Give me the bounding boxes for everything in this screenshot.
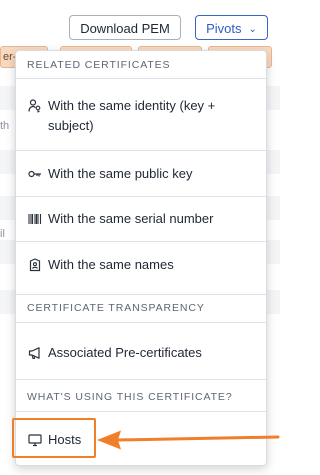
- menu-item-label: With the same serial number: [48, 211, 214, 226]
- pivots-label: Pivots: [206, 21, 242, 36]
- menu-item-label: Associated Pre-certificates: [48, 345, 202, 360]
- menu-item-same-names[interactable]: With the same names: [16, 255, 266, 275]
- divider: [16, 150, 266, 151]
- person-key-icon: [28, 99, 41, 113]
- section-heading-transparency: CERTIFICATE TRANSPARENCY: [27, 302, 205, 314]
- divider: [16, 322, 266, 323]
- chevron-down-icon: ⌄: [248, 24, 257, 35]
- divider: [16, 379, 266, 380]
- section-heading-usage: WHAT'S USING THIS CERTIFICATE?: [27, 391, 233, 403]
- menu-item-label: With the same public key: [48, 166, 193, 181]
- key-icon: [28, 170, 41, 178]
- megaphone-icon: [28, 347, 40, 360]
- divider: [16, 196, 266, 197]
- annotation-highlight-box: [12, 418, 96, 458]
- menu-item-same-public-key[interactable]: With the same public key: [16, 164, 266, 184]
- download-pem-label: Download PEM: [80, 21, 170, 36]
- menu-item-pre-certificates[interactable]: Associated Pre-certificates: [16, 343, 266, 363]
- background-text: th: [0, 120, 10, 132]
- pivots-menu: RELATED CERTIFICATES With the same ident…: [15, 50, 267, 466]
- divider: [16, 78, 266, 79]
- pivots-dropdown-button[interactable]: Pivots ⌄: [195, 15, 268, 40]
- menu-item-label: With the same names: [48, 257, 174, 272]
- menu-item-same-serial[interactable]: With the same serial number: [16, 209, 266, 229]
- id-badge-icon: [29, 258, 41, 272]
- divider: [16, 294, 266, 295]
- background-text: il: [0, 228, 5, 240]
- divider: [16, 241, 266, 242]
- section-heading-related: RELATED CERTIFICATES: [27, 59, 171, 71]
- menu-item-label: With the same identity (key + subject): [48, 98, 216, 133]
- barcode-icon: [28, 214, 42, 224]
- annotation-arrow-icon: [97, 430, 280, 450]
- divider: [16, 411, 266, 412]
- menu-item-same-identity[interactable]: With the same identity (key + subject): [16, 96, 266, 138]
- download-pem-button[interactable]: Download PEM: [69, 15, 181, 40]
